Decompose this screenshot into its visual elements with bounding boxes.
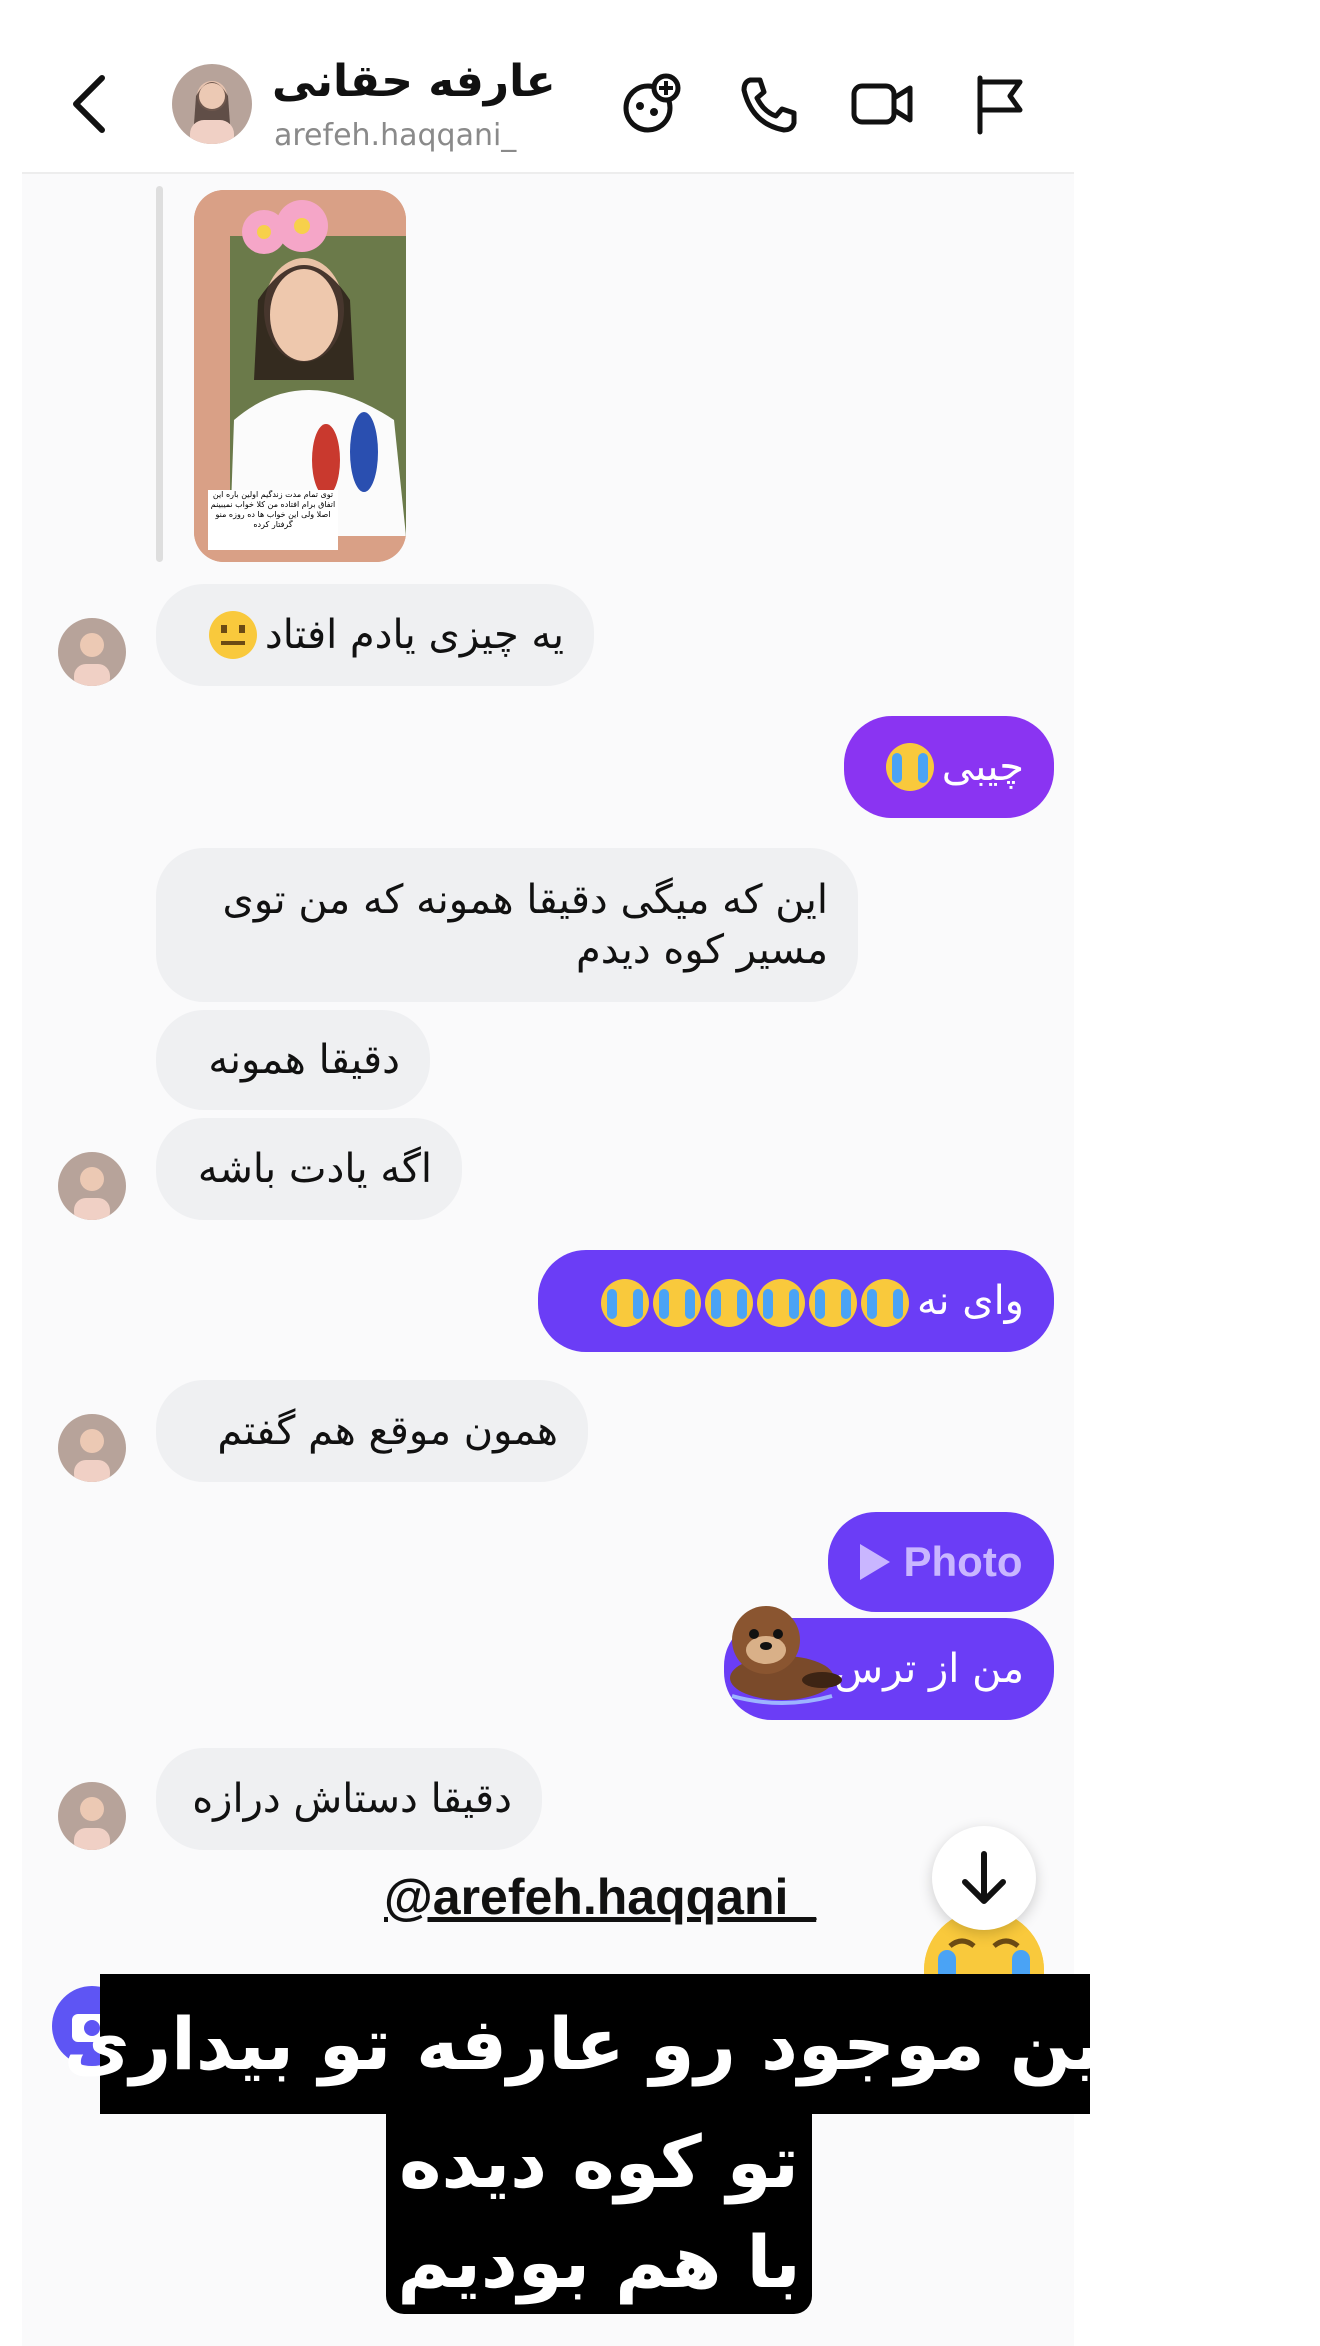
crying-face-emoji bbox=[600, 1278, 649, 1327]
flag-icon[interactable] bbox=[968, 72, 1032, 136]
story-caption: توی تمام مدت زندگیم اولین باره این اتفاق… bbox=[210, 490, 336, 529]
contact-username[interactable]: arefeh.haqqani_ bbox=[274, 118, 516, 153]
crying-face-emoji bbox=[885, 743, 934, 791]
back-chevron-icon[interactable] bbox=[64, 72, 114, 136]
scroll-to-bottom-button[interactable] bbox=[932, 1826, 1036, 1930]
message-text: وای نه bbox=[916, 1278, 1024, 1324]
arrow-down-icon bbox=[962, 1851, 1006, 1904]
message-text: چیبی bbox=[941, 744, 1024, 790]
message-text-line1: این که میگی دقیقا همونه که من توی bbox=[222, 877, 828, 923]
story-caption-line3: با هم بودیم bbox=[386, 2210, 812, 2314]
caption-text-1: این موجود رو عارفه تو بیداری bbox=[63, 2002, 1127, 2086]
message-text: یه چیزی یادم افتاد bbox=[264, 612, 564, 658]
sender-avatar[interactable] bbox=[58, 618, 126, 686]
contact-name[interactable]: عارفه حقانی bbox=[272, 56, 556, 107]
crying-face-emoji bbox=[704, 1278, 753, 1327]
message-bubble[interactable]: وای نه bbox=[538, 1250, 1054, 1352]
crying-face-emoji bbox=[860, 1278, 909, 1327]
sender-avatar[interactable] bbox=[58, 1782, 126, 1850]
neutral-face-emoji bbox=[208, 611, 257, 659]
story-caption-line2: تو کوه دیده bbox=[386, 2112, 812, 2212]
message-text: دقیقا دستاش درازه bbox=[192, 1776, 512, 1822]
reply-indicator-line bbox=[156, 186, 163, 562]
message-bubble[interactable]: دقیقا دستاش درازه bbox=[156, 1748, 542, 1850]
message-bubble[interactable]: چیبی bbox=[844, 716, 1054, 818]
message-bubble[interactable]: دقیقا همونه bbox=[156, 1010, 430, 1110]
message-bubble[interactable]: اگه یادت باشه bbox=[156, 1118, 462, 1220]
mention-sticker[interactable]: @arefeh.haqqani_ bbox=[384, 1868, 816, 1926]
photo-message[interactable]: Photo bbox=[828, 1512, 1054, 1612]
message-text: دقیقا همونه bbox=[208, 1037, 400, 1083]
phone-icon[interactable] bbox=[736, 72, 800, 136]
caption-text-3: با هم بودیم bbox=[397, 2220, 801, 2304]
effects-icon[interactable] bbox=[620, 72, 684, 136]
video-icon[interactable] bbox=[850, 72, 914, 136]
message-text: اگه یادت باشه bbox=[197, 1146, 432, 1192]
crying-emoji-group bbox=[599, 1276, 911, 1327]
message-text-line2: مسیر کوه دیدم bbox=[575, 927, 828, 973]
sender-avatar[interactable] bbox=[58, 1414, 126, 1482]
photo-label: Photo bbox=[903, 1538, 1023, 1585]
sender-avatar[interactable] bbox=[58, 1152, 126, 1220]
caption-text-2: تو کوه دیده bbox=[399, 2120, 799, 2204]
crying-face-emoji bbox=[756, 1278, 805, 1327]
message-bubble[interactable]: این که میگی دقیقا همونه که من توی مسیر ک… bbox=[156, 848, 858, 1002]
message-text: من از ترس bbox=[834, 1646, 1024, 1692]
crying-face-emoji bbox=[652, 1278, 701, 1327]
otter-sticker bbox=[730, 1606, 842, 1705]
story-caption-line1: این موجود رو عارفه تو بیداری bbox=[64, 1974, 1126, 2114]
message-bubble[interactable]: یه چیزی یادم افتاد bbox=[156, 584, 594, 686]
header-avatar[interactable] bbox=[172, 64, 252, 144]
message-text: همون موقع هم گفتم bbox=[217, 1408, 558, 1454]
message-bubble[interactable]: همون موقع هم گفتم bbox=[156, 1380, 588, 1482]
crying-face-emoji bbox=[808, 1278, 857, 1327]
play-icon bbox=[859, 1544, 890, 1580]
